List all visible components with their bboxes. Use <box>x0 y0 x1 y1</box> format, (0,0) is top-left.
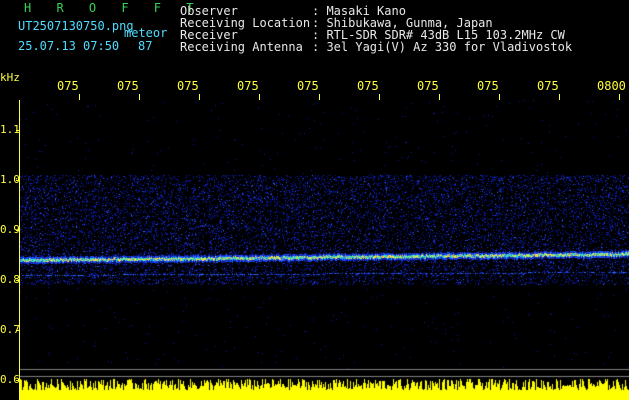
spectrogram-canvas <box>20 100 629 400</box>
x-tick-label: 075 <box>177 79 199 93</box>
field-label-antenna: Receiving Antenna <box>180 40 303 54</box>
x-tick-label: 075 <box>537 79 559 93</box>
x-tick-label: 075 <box>237 79 259 93</box>
x-tick-label: 075 <box>57 79 79 93</box>
spectrogram <box>20 100 629 400</box>
field-value-antenna: : 3el Yagi(V) Az 330 for Vladivostok <box>312 40 573 54</box>
datetime: 25.07.13 07:50 <box>18 39 120 53</box>
x-tick-label: 0800 <box>597 79 626 93</box>
y-axis-unit: kHz <box>0 71 20 84</box>
meteor-label: meteor <box>124 26 168 40</box>
filename: UT2507130750.png <box>18 19 134 33</box>
hrofft-window: H R O F F T UT2507130750.png meteor 25.0… <box>0 0 629 400</box>
x-tick-label: 075 <box>357 79 379 93</box>
app-title: H R O F F T <box>24 1 203 15</box>
meteor-count: 87 <box>138 39 153 53</box>
x-tick-label: 075 <box>297 79 319 93</box>
x-tick-label: 075 <box>417 79 439 93</box>
x-tick-label: 075 <box>117 79 139 93</box>
x-tick-label: 075 <box>477 79 499 93</box>
